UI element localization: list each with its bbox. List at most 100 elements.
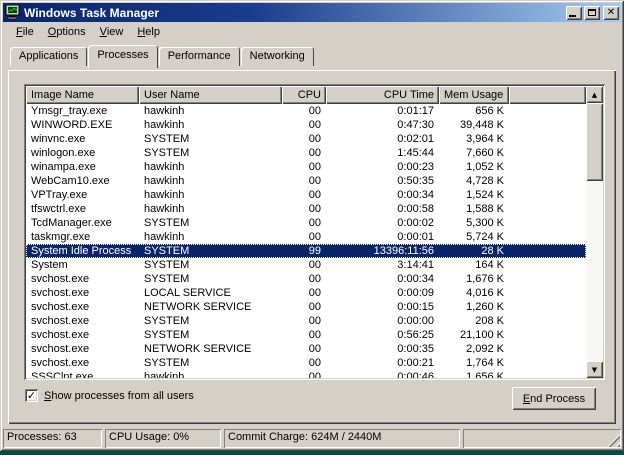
- tabstrip: Applications Processes Performance Netwo…: [3, 42, 621, 66]
- cell-image-name: Ymsgr_tray.exe: [26, 104, 139, 118]
- cell-user-name: SYSTEM: [139, 272, 282, 286]
- cell-image-name: TcdManager.exe: [26, 216, 139, 230]
- cell-cpu: 00: [282, 202, 326, 216]
- cell-mem-usage: 4,016 K: [439, 286, 509, 300]
- cell-cpu: 00: [282, 370, 326, 378]
- vertical-scrollbar[interactable]: ▲ ▼: [586, 86, 603, 378]
- scroll-down-button[interactable]: ▼: [586, 361, 603, 378]
- cell-image-name: svchost.exe: [26, 328, 139, 342]
- cell-user-name: NETWORK SERVICE: [139, 342, 282, 356]
- process-row[interactable]: svchost.exe SYSTEM 00 0:56:25 21,100 K: [26, 328, 586, 342]
- menu-view[interactable]: View: [93, 24, 131, 40]
- cell-cpu-time: 1:45:44: [326, 146, 439, 160]
- cell-user-name: hawkinh: [139, 174, 282, 188]
- checkmark-icon: ✓: [27, 390, 36, 401]
- process-row[interactable]: System Idle Process SYSTEM 99 13396:11:5…: [26, 244, 586, 258]
- process-row[interactable]: System SYSTEM 00 3:14:41 164 K: [26, 258, 586, 272]
- cell-user-name: SYSTEM: [139, 132, 282, 146]
- cell-mem-usage: 164 K: [439, 258, 509, 272]
- process-row[interactable]: WebCam10.exe hawkinh 00 0:50:35 4,728 K: [26, 174, 586, 188]
- column-header-user-name[interactable]: User Name: [139, 86, 282, 104]
- process-row[interactable]: TcdManager.exe SYSTEM 00 0:00:02 5,300 K: [26, 216, 586, 230]
- cell-mem-usage: 4,728 K: [439, 174, 509, 188]
- desktop-edge: [0, 451, 624, 455]
- process-row[interactable]: svchost.exe SYSTEM 00 0:00:21 1,764 K: [26, 356, 586, 370]
- process-row[interactable]: winampa.exe hawkinh 00 0:00:23 1,052 K: [26, 160, 586, 174]
- cell-cpu-time: 0:50:35: [326, 174, 439, 188]
- cell-cpu-time: 0:00:02: [326, 216, 439, 230]
- resize-grip[interactable]: [607, 434, 620, 447]
- column-header-cpu-time[interactable]: CPU Time: [326, 86, 439, 104]
- process-row[interactable]: winvnc.exe SYSTEM 00 0:02:01 3,964 K: [26, 132, 586, 146]
- process-row[interactable]: WINWORD.EXE hawkinh 00 0:47:30 39,448 K: [26, 118, 586, 132]
- menu-options[interactable]: Options: [41, 24, 93, 40]
- cell-cpu: 99: [282, 244, 326, 258]
- cell-user-name: LOCAL SERVICE: [139, 286, 282, 300]
- cell-cpu: 00: [282, 230, 326, 244]
- cell-image-name: svchost.exe: [26, 300, 139, 314]
- cell-user-name: hawkinh: [139, 370, 282, 378]
- minimize-button[interactable]: [566, 6, 582, 20]
- tab-networking[interactable]: Networking: [241, 47, 314, 66]
- cell-cpu: 00: [282, 188, 326, 202]
- process-row[interactable]: svchost.exe NETWORK SERVICE 00 0:00:35 2…: [26, 342, 586, 356]
- close-button[interactable]: ✕: [603, 6, 619, 20]
- process-row[interactable]: svchost.exe SYSTEM 00 0:00:00 208 K: [26, 314, 586, 328]
- cell-image-name: svchost.exe: [26, 356, 139, 370]
- cell-image-name: SSSClnt.exe: [26, 370, 139, 378]
- cell-cpu: 00: [282, 104, 326, 118]
- status-commit-charge: Commit Charge: 624M / 2440M: [224, 429, 460, 448]
- process-row[interactable]: svchost.exe LOCAL SERVICE 00 0:00:09 4,0…: [26, 286, 586, 300]
- tab-applications[interactable]: Applications: [10, 47, 87, 66]
- tab-processes[interactable]: Processes: [88, 45, 157, 68]
- cell-user-name: SYSTEM: [139, 258, 282, 272]
- scrollbar-thumb[interactable]: [586, 103, 603, 181]
- cell-cpu: 00: [282, 272, 326, 286]
- column-header-cpu[interactable]: CPU: [282, 86, 326, 104]
- process-row[interactable]: winlogon.exe SYSTEM 00 1:45:44 7,660 K: [26, 146, 586, 160]
- titlebar[interactable]: Windows Task Manager ✕: [3, 3, 621, 22]
- cell-user-name: SYSTEM: [139, 328, 282, 342]
- cell-image-name: svchost.exe: [26, 342, 139, 356]
- cell-image-name: System Idle Process: [26, 244, 139, 258]
- show-all-users-label[interactable]: Show processes from all users: [44, 390, 194, 402]
- cell-cpu-time: 0:00:15: [326, 300, 439, 314]
- end-process-button[interactable]: End Process: [512, 387, 596, 410]
- task-manager-window: Windows Task Manager ✕ File Options View…: [0, 0, 624, 451]
- cell-cpu: 00: [282, 328, 326, 342]
- cell-mem-usage: 5,724 K: [439, 230, 509, 244]
- cell-image-name: WINWORD.EXE: [26, 118, 139, 132]
- process-row[interactable]: Ymsgr_tray.exe hawkinh 00 0:01:17 656 K: [26, 104, 586, 118]
- cell-mem-usage: 656 K: [439, 104, 509, 118]
- cell-image-name: svchost.exe: [26, 286, 139, 300]
- cell-image-name: winlogon.exe: [26, 146, 139, 160]
- cell-cpu: 00: [282, 300, 326, 314]
- process-row[interactable]: tfswctrl.exe hawkinh 00 0:00:58 1,588 K: [26, 202, 586, 216]
- column-header-image-name[interactable]: Image Name: [26, 86, 139, 104]
- show-all-users-checkbox[interactable]: ✓: [25, 389, 38, 402]
- menu-file[interactable]: File: [9, 24, 41, 40]
- cell-cpu-time: 0:00:00: [326, 314, 439, 328]
- process-row[interactable]: VPTray.exe hawkinh 00 0:00:34 1,524 K: [26, 188, 586, 202]
- scroll-down-icon: ▼: [592, 366, 597, 374]
- process-row[interactable]: SSSClnt.exe hawkinh 00 0:00:46 1,656 K: [26, 370, 586, 378]
- tab-performance[interactable]: Performance: [159, 47, 240, 66]
- cell-cpu-time: 0:00:34: [326, 272, 439, 286]
- processes-tab-panel: Image Name User Name CPU CPU Time Mem Us…: [8, 70, 616, 424]
- cell-cpu-time: 0:00:46: [326, 370, 439, 378]
- column-header-mem-usage[interactable]: Mem Usage: [439, 86, 509, 104]
- maximize-button[interactable]: [584, 6, 600, 20]
- scroll-up-icon: ▲: [592, 91, 597, 99]
- process-row[interactable]: svchost.exe NETWORK SERVICE 00 0:00:15 1…: [26, 300, 586, 314]
- cell-mem-usage: 1,052 K: [439, 160, 509, 174]
- window-title: Windows Task Manager: [24, 6, 564, 20]
- process-row[interactable]: taskmgr.exe hawkinh 00 0:00:01 5,724 K: [26, 230, 586, 244]
- menu-help[interactable]: Help: [130, 24, 167, 40]
- process-row[interactable]: svchost.exe SYSTEM 00 0:00:34 1,676 K: [26, 272, 586, 286]
- cell-cpu: 00: [282, 216, 326, 230]
- cell-mem-usage: 28 K: [439, 244, 509, 258]
- cell-cpu: 00: [282, 286, 326, 300]
- scroll-up-button[interactable]: ▲: [586, 86, 603, 103]
- cell-user-name: NETWORK SERVICE: [139, 300, 282, 314]
- cell-cpu-time: 0:00:21: [326, 356, 439, 370]
